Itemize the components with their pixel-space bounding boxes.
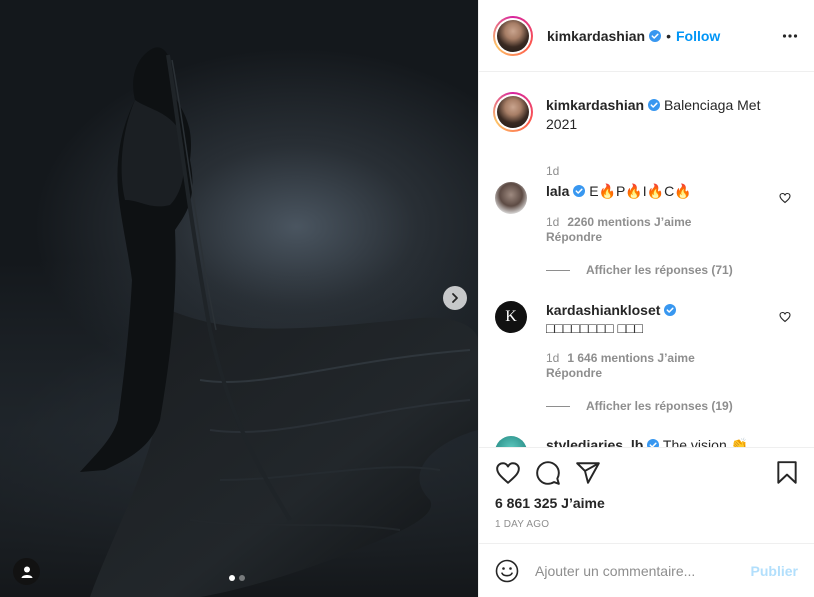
post-photo[interactable] [0, 0, 478, 597]
commenter-avatar[interactable]: K [495, 301, 527, 333]
post-actions: 6 861 325 J’aime 1 DAY AGO [479, 447, 814, 543]
comment-text: stylediaries_lb The vision 👏 [546, 436, 776, 447]
like-count[interactable]: 6 861 325 J’aime [495, 495, 605, 511]
carousel-dot [239, 575, 245, 581]
chevron-right-icon [452, 293, 458, 303]
publish-button[interactable]: Publier [751, 563, 798, 579]
more-options-icon[interactable] [782, 28, 798, 44]
comment-body: The vision 👏 [662, 437, 749, 447]
comment-body: E🔥P🔥I🔥C🔥 [589, 183, 692, 199]
comment-meta: 1d 1 646 mentions J’aime [546, 351, 695, 365]
caption-timestamp[interactable]: 1d [546, 164, 559, 178]
verified-badge-icon [649, 29, 662, 42]
view-replies-button[interactable]: Afficher les réponses (19) [546, 399, 733, 413]
share-paper-plane-icon[interactable] [575, 460, 601, 486]
separator-bullet: • [666, 27, 671, 44]
comment-meta: 1d 2260 mentions J’aime [546, 215, 691, 229]
author-avatar[interactable] [493, 15, 533, 56]
caption-text: kimkardashian Balenciaga Met 2021 [546, 96, 776, 134]
comment-timestamp[interactable]: 1d [546, 215, 559, 229]
gown-silhouette-image [0, 47, 478, 597]
view-replies-button[interactable]: Afficher les réponses (71) [546, 263, 733, 277]
comment-bubble-icon[interactable] [535, 460, 561, 486]
next-photo-button[interactable] [443, 286, 467, 310]
comment-composer: Publier [479, 543, 814, 597]
post-details-panel: kimkardashian • Follow kimkardashian Bal… [478, 0, 814, 597]
comment-text: kardashiankloset □□□□□□□□ □□□ [546, 301, 746, 337]
carousel-indicator [229, 575, 245, 581]
comment-input[interactable] [535, 562, 743, 579]
save-bookmark-icon[interactable] [774, 460, 800, 486]
comments-list[interactable]: kimkardashian Balenciaga Met 2021 1d lal… [479, 73, 814, 447]
caption-author-username[interactable]: kimkardashian [546, 97, 644, 113]
divider-line [546, 405, 570, 407]
commenter-username[interactable]: kardashiankloset [546, 302, 660, 318]
like-heart-icon[interactable] [495, 460, 521, 486]
post-header: kimkardashian • Follow [479, 0, 814, 72]
emoji-button[interactable] [495, 559, 519, 583]
comment-timestamp[interactable]: 1d [546, 351, 559, 365]
reply-button[interactable]: Répondre [546, 366, 602, 380]
carousel-dot-active [229, 575, 235, 581]
commenter-avatar[interactable] [495, 182, 527, 214]
avatar-letter: K [505, 308, 517, 325]
verified-badge-icon [573, 185, 586, 197]
caption-author-avatar[interactable] [493, 92, 533, 132]
commenter-username[interactable]: stylediaries_lb [546, 437, 643, 447]
author-username[interactable]: kimkardashian [547, 28, 645, 44]
commenter-avatar[interactable] [495, 436, 527, 447]
like-comment-heart-icon[interactable] [779, 192, 791, 204]
verified-badge-icon [647, 439, 660, 447]
like-comment-heart-icon[interactable] [779, 311, 791, 323]
divider-line [546, 269, 570, 271]
follow-button[interactable]: Follow [676, 28, 720, 44]
comment-likes[interactable]: 2260 mentions J’aime [567, 215, 691, 229]
user-icon [21, 566, 32, 578]
reply-button[interactable]: Répondre [546, 230, 602, 244]
commenter-username[interactable]: lala [546, 183, 569, 199]
verified-badge-icon [664, 304, 677, 316]
view-replies-label: Afficher les réponses (71) [586, 263, 733, 277]
smiley-icon [495, 559, 519, 582]
comment-text: lala E🔥P🔥I🔥C🔥 [546, 182, 746, 200]
comment-body: □□□□□□□□ □□□ [546, 320, 643, 336]
post-timestamp[interactable]: 1 DAY AGO [495, 519, 549, 530]
tagged-users-button[interactable] [13, 558, 40, 585]
view-replies-label: Afficher les réponses (19) [586, 399, 733, 413]
comment-likes[interactable]: 1 646 mentions J’aime [567, 351, 694, 365]
verified-badge-icon [648, 99, 661, 111]
